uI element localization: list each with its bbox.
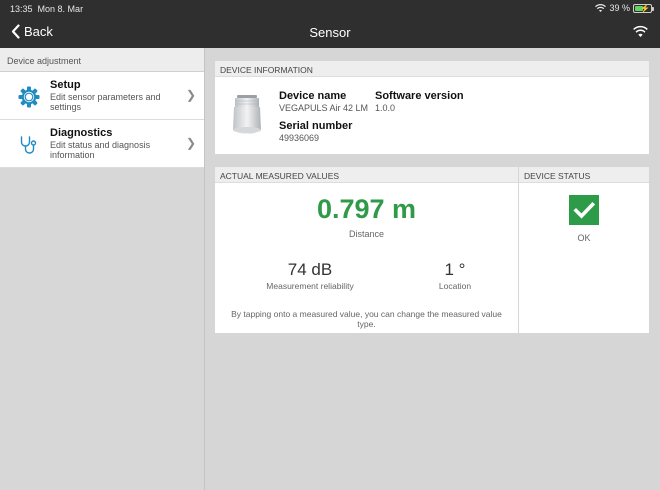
- sidebar-header: Device adjustment: [0, 48, 204, 72]
- reliability-label: Measurement reliability: [266, 281, 354, 291]
- software-version-label: Software version: [375, 90, 464, 102]
- reliability-value[interactable]: 74 dB: [255, 260, 365, 280]
- battery-percent: 39 %: [609, 3, 630, 13]
- status-time: 13:35: [10, 4, 33, 14]
- sensor-device-image: [229, 94, 265, 138]
- wifi-icon: [595, 3, 607, 13]
- diagnostics-title: Diagnostics: [50, 127, 113, 139]
- setup-subtitle: Edit sensor parameters and settings: [50, 92, 161, 112]
- status-right: 39 % ⚡: [595, 3, 654, 13]
- device-status-header: DEVICE STATUS: [519, 167, 649, 183]
- status-date: Mon 8. Mar: [37, 4, 84, 14]
- page-title: Sensor: [309, 25, 351, 40]
- sidebar-item-setup[interactable]: Setup Edit sensor parameters and setting…: [0, 72, 204, 120]
- chevron-right-icon: ❯: [185, 136, 196, 150]
- device-name-value: VEGAPULS Air 42 LM: [279, 103, 369, 113]
- location-label: Location: [438, 281, 472, 291]
- gear-icon: [18, 86, 40, 108]
- software-version-value: 1.0.0: [375, 103, 396, 113]
- device-information-panel: DEVICE INFORMATION Device name VEGAPULS …: [215, 61, 649, 154]
- navigation-bar: Back Sensor: [0, 18, 660, 48]
- measured-values-panel: ACTUAL MEASURED VALUES 0.797 m Distance …: [215, 167, 518, 333]
- battery-icon: ⚡: [633, 3, 654, 13]
- measured-value-hint: By tapping onto a measured value, you ca…: [231, 309, 502, 329]
- serial-number-label: Serial number: [279, 120, 353, 132]
- checkmark-icon: [569, 195, 599, 225]
- location-value[interactable]: 1 °: [415, 260, 495, 280]
- device-status-panel: DEVICE STATUS OK: [519, 167, 649, 333]
- diagnostics-subtitle: Edit status and diagnosis information: [50, 140, 151, 160]
- stethoscope-icon: [18, 134, 40, 156]
- bluetooth-connection-icon[interactable]: [633, 25, 648, 43]
- measured-values-header: ACTUAL MEASURED VALUES: [215, 167, 518, 183]
- distance-value[interactable]: 0.797 m: [215, 194, 518, 225]
- sidebar: Device adjustment Setup Edit sensor para…: [0, 48, 205, 490]
- device-name-label: Device name: [279, 90, 347, 102]
- status-bar: 13:35 Mon 8. Mar 39 % ⚡: [0, 0, 660, 18]
- serial-number-value: 49936069: [279, 133, 320, 143]
- setup-title: Setup: [50, 79, 81, 91]
- chevron-right-icon: ❯: [185, 88, 196, 102]
- sidebar-item-diagnostics[interactable]: Diagnostics Edit status and diagnosis in…: [0, 120, 204, 168]
- status-time-date: 13:35 Mon 8. Mar: [10, 4, 83, 14]
- device-status-label: OK: [577, 233, 591, 243]
- device-information-header: DEVICE INFORMATION: [215, 61, 649, 77]
- distance-label: Distance: [348, 229, 384, 239]
